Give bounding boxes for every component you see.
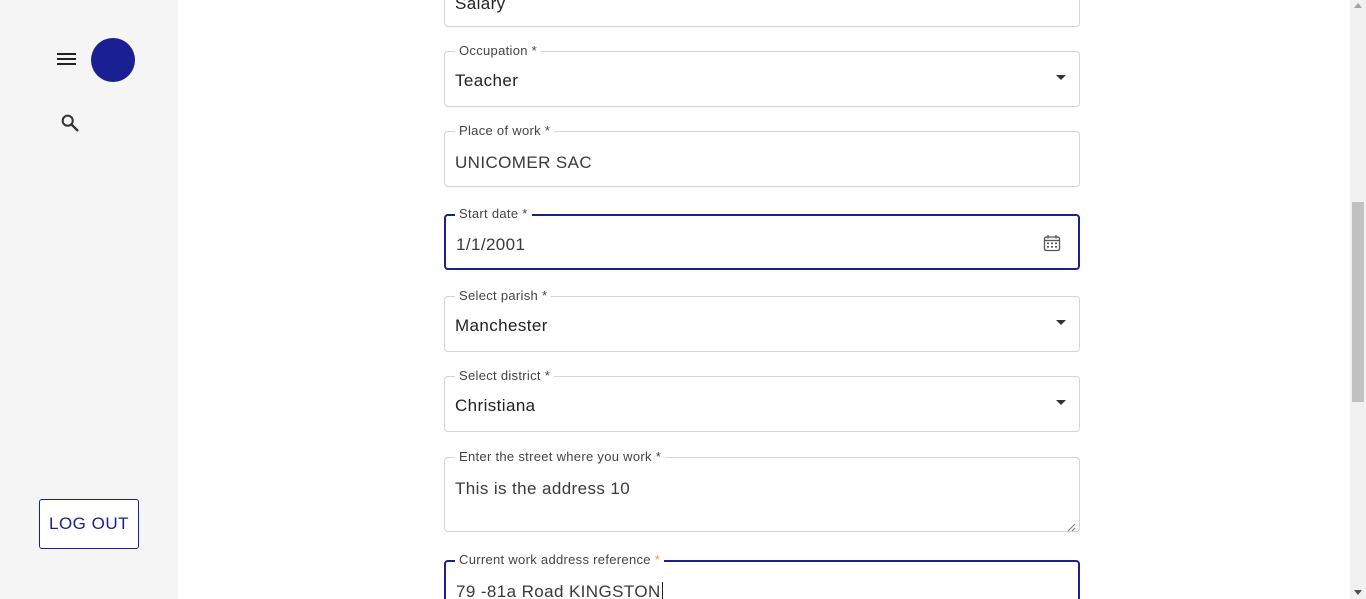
resize-handle-icon[interactable] — [1067, 519, 1076, 532]
scrollbar-thumb[interactable] — [1352, 202, 1364, 402]
scroll-down-arrow-icon[interactable] — [1354, 590, 1362, 595]
text-cursor — [661, 582, 663, 599]
search-icon[interactable] — [59, 112, 81, 134]
occupation-select[interactable]: Occupation * Teacher — [444, 43, 1080, 107]
hamburger-menu-icon[interactable] — [57, 50, 77, 68]
income-type-value: Salary — [455, 0, 506, 13]
occupation-value: Teacher — [455, 71, 519, 90]
vertical-scrollbar[interactable] — [1350, 0, 1366, 599]
address-reference-input[interactable]: Current work address reference * 79 -81a… — [444, 552, 1080, 599]
district-value: Christiana — [455, 396, 536, 415]
scroll-up-arrow-icon[interactable] — [1354, 3, 1362, 8]
chevron-down-icon[interactable] — [1056, 400, 1066, 405]
chevron-down-icon[interactable] — [1056, 75, 1066, 80]
calendar-icon[interactable] — [1043, 234, 1061, 252]
place-of-work-value: UNICOMER SAC — [455, 153, 593, 172]
start-date-value: 1/1/2001 — [456, 235, 526, 254]
place-of-work-input[interactable]: Place of work * UNICOMER SAC — [444, 123, 1080, 187]
chevron-down-icon[interactable] — [1056, 320, 1066, 325]
occupation-label: Occupation * — [455, 43, 542, 58]
street-textarea[interactable]: Enter the street where you work * This i… — [444, 449, 1080, 532]
start-date-input[interactable]: Start date * 1/1/2001 — [444, 206, 1080, 270]
street-value: This is the address 10 — [455, 479, 631, 498]
address-reference-value: 79 -81a Road KINGSTON — [456, 582, 663, 599]
sidebar: LOG OUT — [0, 0, 178, 599]
parish-label: Select parish * — [455, 288, 552, 303]
street-label: Enter the street where you work * — [455, 449, 666, 464]
logout-button[interactable]: LOG OUT — [39, 499, 139, 549]
place-of-work-label: Place of work * — [455, 123, 555, 138]
start-date-label: Start date * — [455, 206, 532, 221]
district-select[interactable]: Select district * Christiana — [444, 368, 1080, 432]
parish-select[interactable]: Select parish * Manchester — [444, 288, 1080, 352]
income-type-select[interactable]: Salary — [444, 0, 1080, 27]
avatar[interactable] — [91, 38, 135, 82]
district-label: Select district * — [455, 368, 555, 383]
address-reference-label: Current work address reference * — [455, 552, 665, 567]
parish-value: Manchester — [455, 316, 548, 335]
